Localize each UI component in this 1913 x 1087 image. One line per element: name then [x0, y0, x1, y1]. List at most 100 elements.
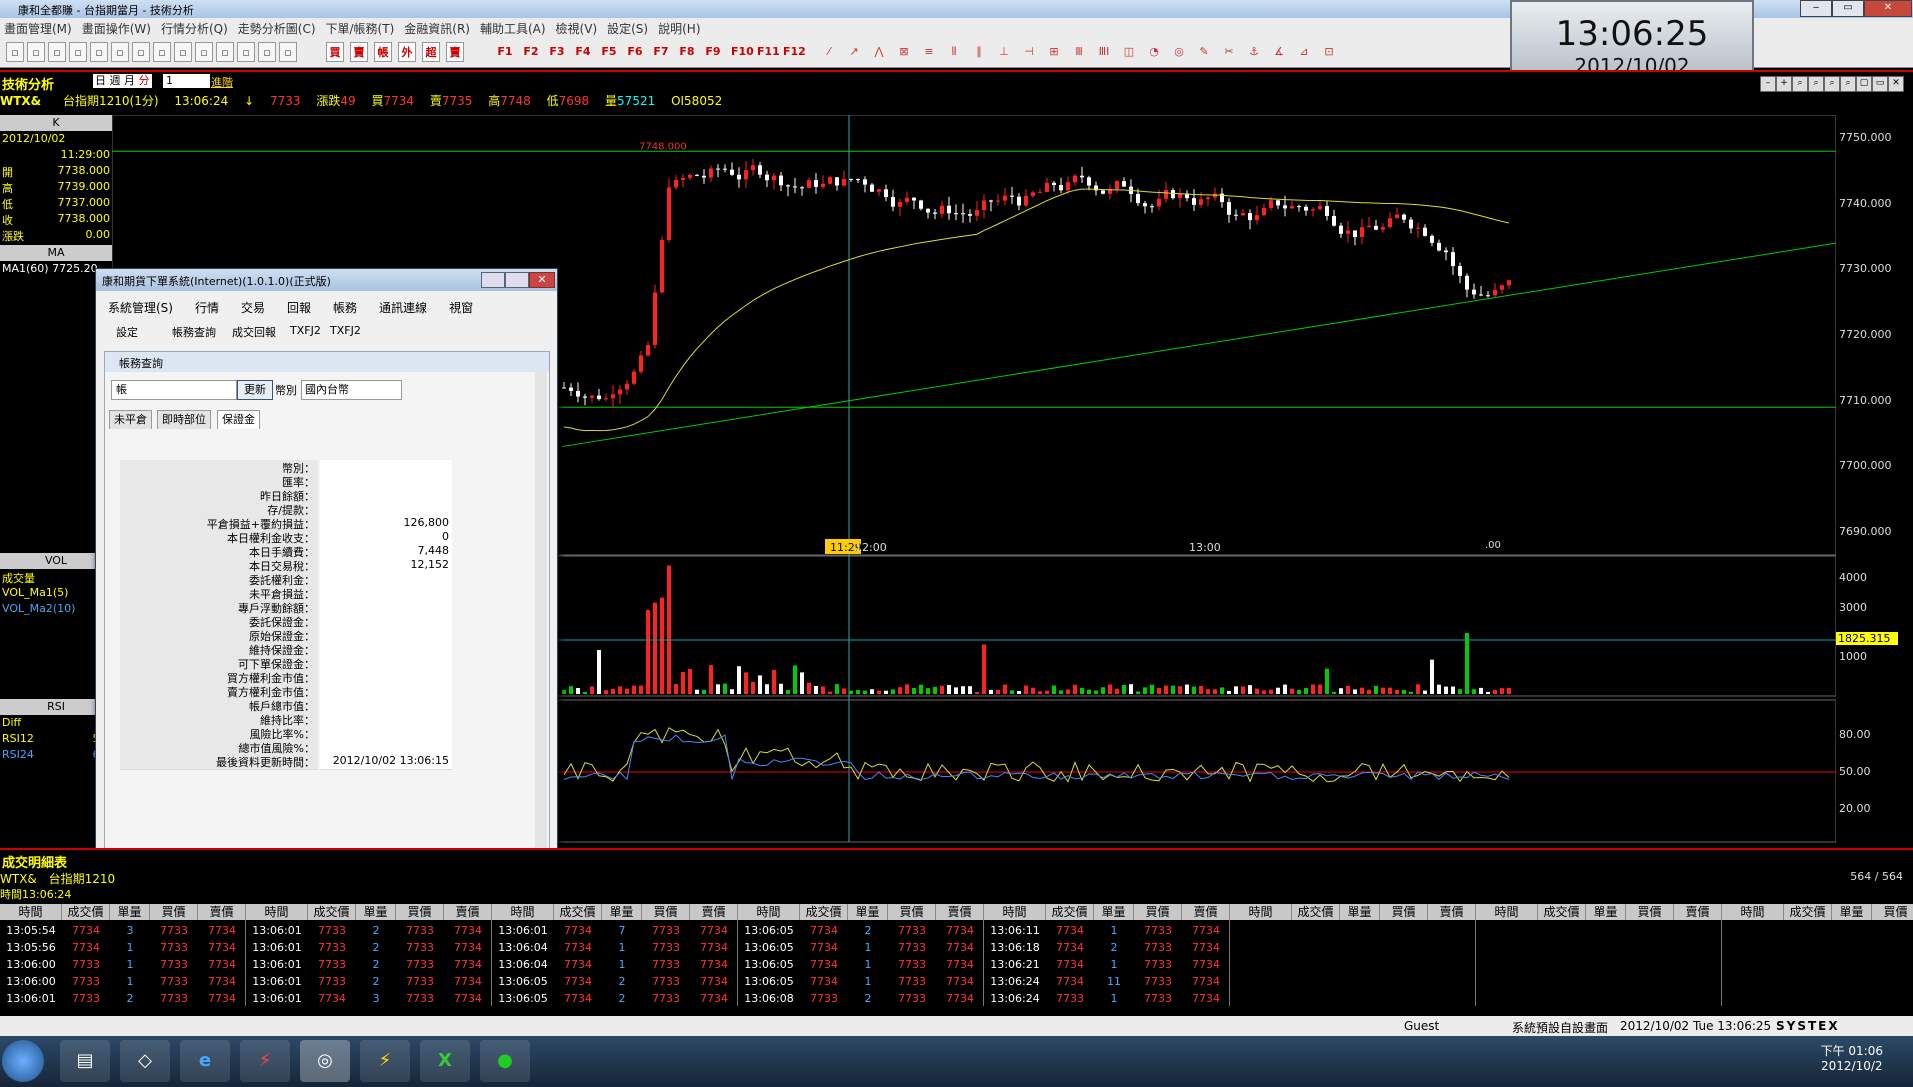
tool-button-12[interactable]: ▫ — [258, 42, 276, 62]
quick-tool-5[interactable]: 賣 — [446, 42, 464, 62]
tool-button-9[interactable]: ▫ — [195, 42, 213, 62]
fkey-f10[interactable]: F10 — [730, 42, 755, 62]
tool-button-8[interactable]: ▫ — [174, 42, 192, 62]
drawing-tool-1[interactable]: ↗ — [845, 42, 863, 62]
column-header[interactable]: 買價 — [396, 904, 444, 920]
column-header[interactable]: 時間 — [984, 904, 1046, 920]
column-header[interactable]: 賣價 — [1182, 904, 1230, 920]
quick-tool-0[interactable]: 買 — [326, 42, 344, 62]
chart-zoom-3[interactable]: ⌕ — [1808, 76, 1824, 92]
minimize-button[interactable]: ‒ — [1800, 0, 1832, 17]
explorer-icon[interactable]: ▤ — [60, 1040, 110, 1082]
period-tabs[interactable]: 日 週 月 分 — [93, 74, 152, 88]
tool-button-13[interactable]: ▫ — [279, 42, 297, 62]
dialog-tool-4[interactable]: TXFJ2 — [330, 324, 361, 337]
column-header[interactable]: 成交價 — [554, 904, 602, 920]
fkey-f8[interactable]: F8 — [678, 42, 696, 62]
column-header[interactable]: 時間 — [1230, 904, 1292, 920]
dialog-menu-item-6[interactable]: 視窗 — [449, 301, 473, 315]
dialog-maximize-button[interactable] — [505, 272, 529, 288]
column-header[interactable]: 成交價 — [1784, 904, 1832, 920]
dialog-close-button[interactable]: ✕ — [529, 272, 555, 288]
drawing-tool-12[interactable]: ◫ — [1120, 42, 1138, 62]
chart-zoom-5[interactable]: ⌕ — [1840, 76, 1856, 92]
column-header[interactable]: 單量 — [602, 904, 642, 920]
column-header[interactable]: 時間 — [0, 904, 62, 920]
column-header[interactable]: 成交價 — [800, 904, 848, 920]
menu-item-5[interactable]: 金融資訊(R) — [404, 20, 470, 37]
tool-button-1[interactable]: ▫ — [27, 42, 45, 62]
fkey-f3[interactable]: F3 — [548, 42, 566, 62]
chart-zoom-7[interactable]: ▭ — [1872, 76, 1888, 92]
advanced-link[interactable]: 進階 — [211, 74, 233, 90]
tray-clock[interactable]: 下午 01:06 2012/10/2 — [1821, 1042, 1883, 1073]
line-icon[interactable]: ● — [480, 1040, 530, 1082]
dialog-tool-1[interactable]: 帳務查詢 — [158, 324, 216, 340]
drawing-tool-0[interactable]: ⁄ — [820, 42, 838, 62]
drawing-tool-11[interactable]: ⅢⅠ — [1095, 42, 1113, 62]
chart-zoom-6[interactable]: ▢ — [1856, 76, 1872, 92]
tab-1[interactable]: 即時部位 — [157, 410, 211, 429]
menu-item-3[interactable]: 走勢分析圖(C) — [238, 20, 316, 37]
notes-icon[interactable]: ◇ — [120, 1040, 170, 1082]
quick-tool-4[interactable]: 超 — [422, 42, 440, 62]
drawing-tool-15[interactable]: ✎ — [1195, 42, 1213, 62]
column-header[interactable]: 賣價 — [198, 904, 246, 920]
tool-button-3[interactable]: ▫ — [69, 42, 87, 62]
fkey-f7[interactable]: F7 — [652, 42, 670, 62]
drawing-tool-16[interactable]: ✂ — [1220, 42, 1238, 62]
column-header[interactable]: 買價 — [1134, 904, 1182, 920]
column-header[interactable]: 買價 — [1626, 904, 1674, 920]
column-header[interactable]: 成交價 — [1292, 904, 1340, 920]
quick-tool-1[interactable]: 賣 — [350, 42, 368, 62]
column-header[interactable]: 買價 — [642, 904, 690, 920]
dialog-menu-item-0[interactable]: 系統管理(S) — [108, 301, 173, 315]
tool-button-7[interactable]: ▫ — [153, 42, 171, 62]
fkey-f12[interactable]: F12 — [782, 42, 807, 62]
vertical-scrollbar[interactable] — [535, 372, 547, 882]
app-lightning-yellow-icon[interactable]: ⚡ — [360, 1040, 410, 1082]
drawing-tool-17[interactable]: ⚓ — [1245, 42, 1263, 62]
fkey-f1[interactable]: F1 — [496, 42, 514, 62]
drawing-tool-2[interactable]: ⋀ — [870, 42, 888, 62]
chart-zoom-1[interactable]: + — [1776, 76, 1792, 92]
fkey-f2[interactable]: F2 — [522, 42, 540, 62]
dialog-menu-item-5[interactable]: 通訊連線 — [379, 301, 427, 315]
column-header[interactable]: 買價 — [1380, 904, 1428, 920]
maximize-button[interactable]: ▭ — [1832, 0, 1864, 17]
chart-zoom-4[interactable]: ⌕ — [1824, 76, 1840, 92]
refresh-button[interactable]: 更新 — [237, 380, 273, 400]
column-header[interactable]: 時間 — [492, 904, 554, 920]
drawing-tool-6[interactable]: ∥ — [970, 42, 988, 62]
dialog-menu-item-2[interactable]: 交易 — [241, 301, 265, 315]
drawing-tool-4[interactable]: ≡ — [920, 42, 938, 62]
drawing-tool-3[interactable]: ⊠ — [895, 42, 913, 62]
dialog-menu-item-3[interactable]: 回報 — [287, 301, 311, 315]
chart-zoom-0[interactable]: – — [1760, 76, 1776, 92]
column-header[interactable]: 賣價 — [690, 904, 738, 920]
fkey-f9[interactable]: F9 — [704, 42, 722, 62]
column-header[interactable]: 單量 — [1832, 904, 1872, 920]
chart-zoom-2[interactable]: ⌕ — [1792, 76, 1808, 92]
quick-tool-3[interactable]: 外 — [398, 42, 416, 62]
fkey-f11[interactable]: F11 — [756, 42, 781, 62]
drawing-tool-10[interactable]: Ⅲ — [1070, 42, 1088, 62]
menu-item-4[interactable]: 下單/帳務(T) — [326, 20, 395, 37]
column-header[interactable]: 成交價 — [308, 904, 356, 920]
dialog-menu-item-1[interactable]: 行情 — [195, 301, 219, 315]
drawing-tool-5[interactable]: ⫴ — [945, 42, 963, 62]
menu-item-6[interactable]: 輔助工具(A) — [480, 20, 546, 37]
close-button[interactable]: ✕ — [1864, 0, 1912, 17]
excel-icon[interactable]: X — [420, 1040, 470, 1082]
column-header[interactable]: 賣價 — [444, 904, 492, 920]
tool-button-10[interactable]: ▫ — [216, 42, 234, 62]
column-header[interactable]: 成交價 — [1046, 904, 1094, 920]
drawing-tool-13[interactable]: ◔ — [1145, 42, 1163, 62]
period-select[interactable]: 1 — [163, 74, 210, 88]
currency-select[interactable]: 國內台幣 — [301, 380, 402, 400]
dialog-tool-0[interactable]: 設定 — [116, 324, 138, 340]
tool-button-0[interactable]: ▫ — [6, 42, 24, 62]
drawing-tool-9[interactable]: ⊞ — [1045, 42, 1063, 62]
column-header[interactable]: 單量 — [1586, 904, 1626, 920]
menu-item-2[interactable]: 行情分析(Q) — [161, 20, 228, 37]
